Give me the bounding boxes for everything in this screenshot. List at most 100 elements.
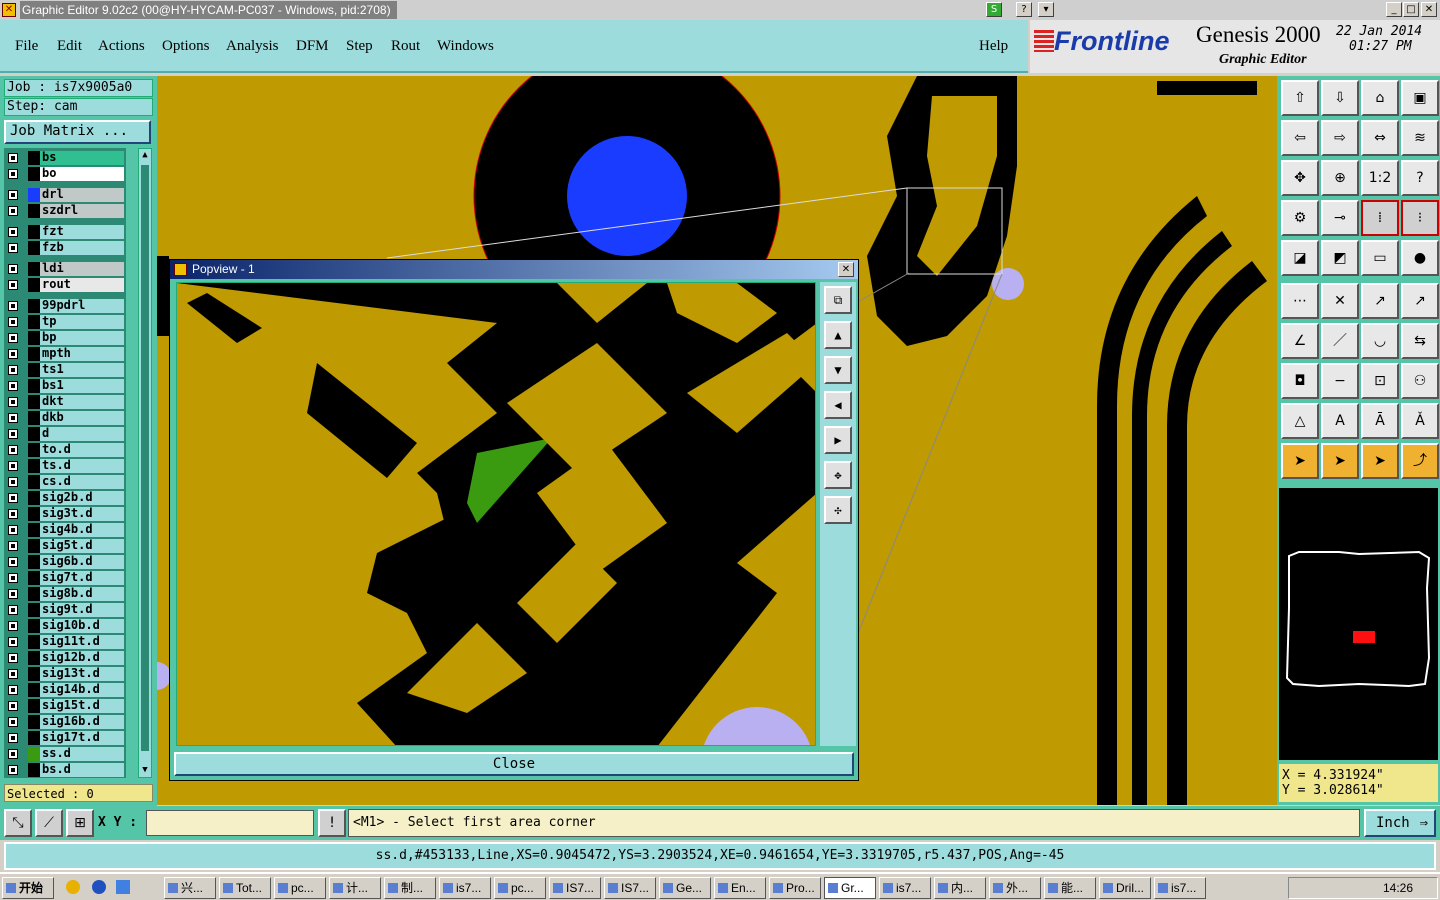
layer-name[interactable]: sig5t.d: [40, 539, 124, 553]
xy-input[interactable]: [146, 810, 314, 836]
dropdown-icon[interactable]: ▾: [1038, 2, 1054, 17]
layer-color-swatch[interactable]: [28, 151, 40, 165]
layer-color-swatch[interactable]: [28, 747, 40, 761]
app-icon[interactable]: ✕: [2, 3, 16, 17]
sheet-icon[interactable]: S: [986, 2, 1002, 17]
layer-row-sig11t.d[interactable]: sig11t.d: [4, 635, 126, 649]
menu-edit[interactable]: Edit: [57, 38, 82, 55]
zoom-center-icon[interactable]: ⊕: [1321, 160, 1359, 196]
layer-name[interactable]: sig13t.d: [40, 667, 124, 681]
layer-color-swatch[interactable]: [28, 347, 40, 361]
taskbar-item[interactable]: 兴...: [164, 877, 216, 899]
layer-color-swatch[interactable]: [28, 411, 40, 425]
layer-checkbox[interactable]: [8, 153, 18, 163]
layer-row-fzt[interactable]: fzt: [4, 225, 126, 239]
layer-checkbox[interactable]: [8, 765, 18, 775]
route-icon[interactable]: ⤴: [1401, 443, 1439, 479]
layer-row-sig15t.d[interactable]: sig15t.d: [4, 699, 126, 713]
taskbar-item[interactable]: is7...: [1154, 877, 1206, 899]
pan-left-icon[interactable]: ⇦: [1281, 120, 1319, 156]
layer-color-swatch[interactable]: [28, 167, 40, 181]
layer-checkbox[interactable]: [8, 243, 18, 253]
layer-name[interactable]: ss.d: [40, 747, 124, 761]
menu-dfm[interactable]: DFM: [296, 38, 329, 55]
window-icon[interactable]: ▣: [1401, 80, 1439, 116]
layer-checkbox[interactable]: [8, 445, 18, 455]
layer-row-sig4b.d[interactable]: sig4b.d: [4, 523, 126, 537]
layer-color-swatch[interactable]: [28, 651, 40, 665]
cluster-icon[interactable]: ⚇: [1401, 363, 1439, 399]
layer-color-swatch[interactable]: [28, 278, 40, 292]
layer-row-dkb[interactable]: dkb: [4, 411, 126, 425]
snap-icon[interactable]: ⊸: [1321, 200, 1359, 236]
layer-row-ts1[interactable]: ts1: [4, 363, 126, 377]
grid-icon[interactable]: ⊞: [66, 809, 94, 837]
layer-color-swatch[interactable]: [28, 555, 40, 569]
layer-color-swatch[interactable]: [28, 331, 40, 345]
close-button[interactable]: ✕: [1421, 2, 1437, 17]
layer-name[interactable]: sig6b.d: [40, 555, 124, 569]
zoom-in-icon[interactable]: ✥: [824, 461, 852, 489]
layer-checkbox[interactable]: [8, 227, 18, 237]
layer-name[interactable]: bo: [40, 167, 124, 181]
layer-color-swatch[interactable]: [28, 315, 40, 329]
layer-row-ts.d[interactable]: ts.d: [4, 459, 126, 473]
layer-name[interactable]: dkt: [40, 395, 124, 409]
taskbar-item[interactable]: Ge...: [659, 877, 711, 899]
layer-color-swatch[interactable]: [28, 225, 40, 239]
taskbar-item[interactable]: IS7...: [604, 877, 656, 899]
layer-checkbox[interactable]: [8, 301, 18, 311]
layer-color-swatch[interactable]: [28, 667, 40, 681]
maximize-button[interactable]: □: [1403, 2, 1419, 17]
layer-checkbox[interactable]: [8, 573, 18, 583]
layer-color-swatch[interactable]: [28, 363, 40, 377]
feature-icon[interactable]: ◘: [1281, 363, 1319, 399]
layer-row-sig12b.d[interactable]: sig12b.d: [4, 651, 126, 665]
layer-checkbox[interactable]: [8, 206, 18, 216]
layer-name[interactable]: sig16b.d: [40, 715, 124, 729]
layer-checkbox[interactable]: [8, 637, 18, 647]
layer-name[interactable]: mpth: [40, 347, 124, 361]
layer-checkbox[interactable]: [8, 365, 18, 375]
layer-name[interactable]: sig14b.d: [40, 683, 124, 697]
layer-checkbox[interactable]: [8, 749, 18, 759]
layer-checkbox[interactable]: [8, 605, 18, 615]
copy-icon[interactable]: ↗: [1401, 283, 1439, 319]
layer-checkbox[interactable]: [8, 541, 18, 551]
layer-checkbox[interactable]: [8, 461, 18, 471]
layer-checkbox[interactable]: [8, 509, 18, 519]
layer-checkbox[interactable]: [8, 701, 18, 711]
zoom-home-icon[interactable]: ⧉: [824, 286, 852, 314]
layer-checkbox[interactable]: [8, 333, 18, 343]
layer-name[interactable]: bs.d: [40, 763, 124, 777]
taskbar-item[interactable]: 计...: [329, 877, 381, 899]
cursor-box-icon[interactable]: ➤: [1321, 443, 1359, 479]
layer-row-to.d[interactable]: to.d: [4, 443, 126, 457]
connect-icon[interactable]: ⋯: [1281, 283, 1319, 319]
text-icon[interactable]: A: [1321, 403, 1359, 439]
layer-name[interactable]: dkb: [40, 411, 124, 425]
layer-checkbox[interactable]: [8, 557, 18, 567]
layer-checkbox[interactable]: [8, 525, 18, 535]
resize-icon[interactable]: ⊡: [1361, 363, 1399, 399]
layer-row-bs1[interactable]: bs1: [4, 379, 126, 393]
taskbar-item[interactable]: is7...: [439, 877, 491, 899]
layer-name[interactable]: bs: [40, 151, 124, 165]
layer-color-swatch[interactable]: [28, 635, 40, 649]
zoom-window-icon[interactable]: ⤡: [4, 809, 32, 837]
browser-icon[interactable]: [92, 880, 106, 894]
layer-checkbox[interactable]: [8, 264, 18, 274]
layer-color-swatch[interactable]: [28, 188, 40, 202]
layer-checkbox[interactable]: [8, 477, 18, 487]
layer-color-swatch[interactable]: [28, 299, 40, 313]
layer-name[interactable]: szdrl: [40, 204, 124, 218]
scroll-down-icon[interactable]: ▼: [140, 765, 150, 775]
layer-row-drl[interactable]: drl: [4, 188, 126, 202]
layer-name[interactable]: sig11t.d: [40, 635, 124, 649]
query-icon[interactable]: ?: [1401, 160, 1439, 196]
layer-row-bs[interactable]: bs: [4, 151, 126, 165]
scroll-thumb[interactable]: [141, 165, 149, 751]
alert-icon[interactable]: !: [318, 809, 346, 837]
line-icon[interactable]: ／: [1321, 323, 1359, 359]
menu-rout[interactable]: Rout: [391, 38, 420, 55]
